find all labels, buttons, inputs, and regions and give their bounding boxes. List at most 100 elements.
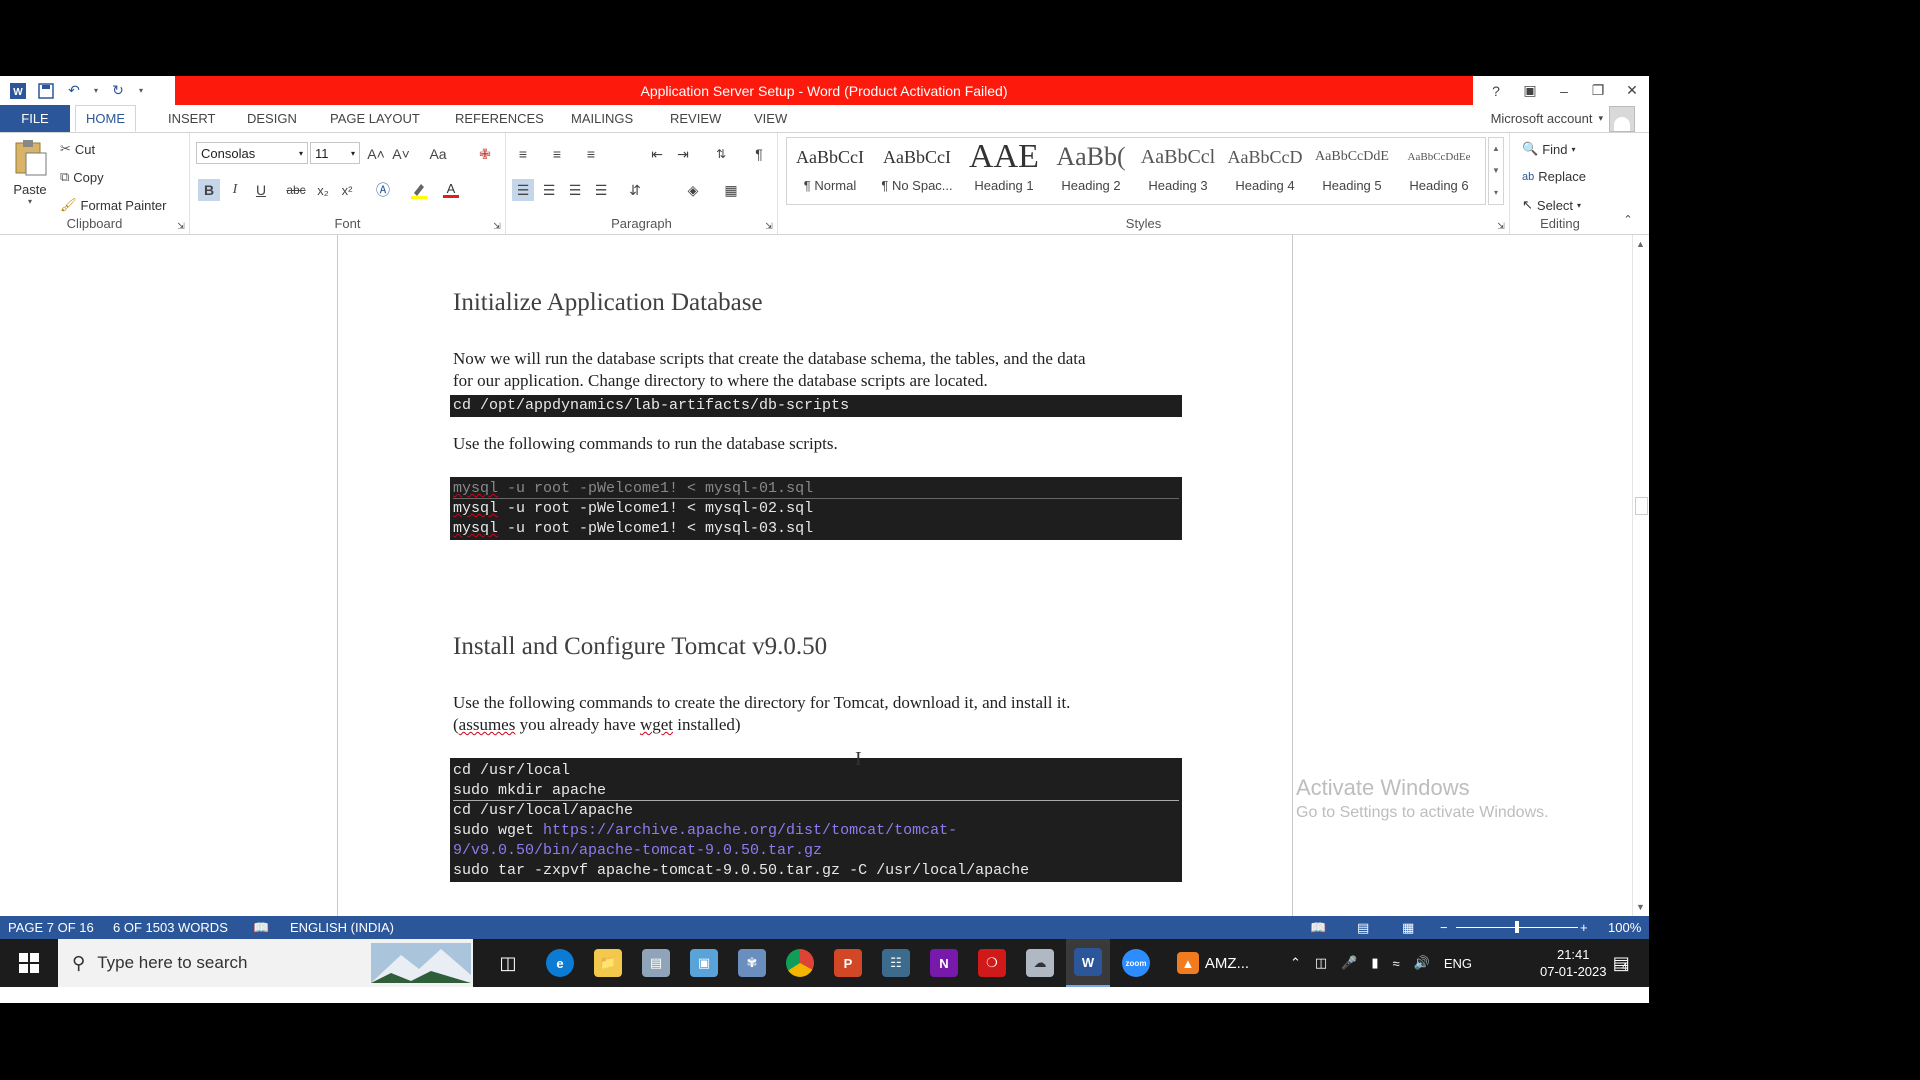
proofing-icon[interactable]: 📖 xyxy=(253,916,269,939)
save-icon[interactable] xyxy=(36,81,56,101)
chrome-icon[interactable] xyxy=(778,939,822,987)
style-heading-4[interactable]: AaBbCcD Heading 4 xyxy=(1222,140,1308,202)
tab-view[interactable]: VIEW xyxy=(744,105,797,132)
scroll-up-icon[interactable]: ▲ xyxy=(1489,138,1503,160)
style-heading-2[interactable]: AaBb( Heading 2 xyxy=(1048,140,1134,202)
justify-icon[interactable]: ☰ xyxy=(590,179,612,201)
paste-dropdown-icon[interactable]: ▾ xyxy=(10,197,50,206)
bold-button[interactable]: B xyxy=(198,179,220,201)
notifications-button[interactable]: ▤ 4 xyxy=(1600,939,1640,987)
chevron-up-icon[interactable]: ⌃ xyxy=(1290,955,1301,971)
onenote-icon[interactable]: N xyxy=(922,939,966,987)
start-button[interactable] xyxy=(0,939,58,987)
zoom-slider-thumb[interactable] xyxy=(1515,921,1519,933)
print-layout-icon[interactable]: ▤ xyxy=(1357,916,1369,939)
copy-button[interactable]: ⧉ Copy xyxy=(60,169,104,185)
app-icon[interactable]: ▤ xyxy=(634,939,678,987)
document-page[interactable]: Initialize Application Database Now we w… xyxy=(337,235,1293,916)
style-heading-6[interactable]: AaBbCcDdEe Heading 6 xyxy=(1396,140,1482,202)
select-button[interactable]: ↖ Select ▾ xyxy=(1522,197,1581,213)
app-icon[interactable]: ✾ xyxy=(730,939,774,987)
style-normal[interactable]: AaBbCcI ¶ Normal xyxy=(787,140,873,202)
customize-qat-icon[interactable]: ▾ xyxy=(136,81,146,101)
decrease-indent-icon[interactable]: ⇤ xyxy=(646,143,668,165)
acrobat-icon[interactable]: ❍ xyxy=(970,939,1014,987)
zoom-app-icon[interactable]: zoom xyxy=(1114,939,1158,987)
more-styles-icon[interactable]: ▾ xyxy=(1489,182,1503,204)
web-layout-icon[interactable]: ▦ xyxy=(1402,916,1414,939)
tab-insert[interactable]: INSERT xyxy=(158,105,225,132)
language-status[interactable]: ENGLISH (INDIA) xyxy=(290,916,394,939)
task-view-icon[interactable]: ◫ xyxy=(486,939,530,987)
font-color-icon[interactable]: A xyxy=(440,179,462,201)
bullets-icon[interactable]: ≡ xyxy=(512,143,534,165)
dialog-launcher-icon[interactable]: ⇲ xyxy=(491,220,503,232)
powerpoint-icon[interactable]: P xyxy=(826,939,870,987)
dialog-launcher-icon[interactable]: ⇲ xyxy=(175,220,187,232)
numbering-icon[interactable]: ≡ xyxy=(546,143,568,165)
highlight-icon[interactable] xyxy=(408,179,430,201)
zoom-out-icon[interactable]: − xyxy=(1440,916,1448,939)
align-left-icon[interactable]: ☰ xyxy=(512,179,534,201)
replace-button[interactable]: ab Replace xyxy=(1522,169,1586,184)
microphone-icon[interactable]: 🎤 xyxy=(1341,955,1357,971)
style-heading-5[interactable]: AaBbCcDdE Heading 5 xyxy=(1309,140,1395,202)
multilevel-list-icon[interactable]: ≡ xyxy=(580,143,602,165)
show-formatting-icon[interactable]: ¶ xyxy=(748,143,770,165)
ribbon-display-options-icon[interactable]: ▣ xyxy=(1513,76,1547,105)
tab-home[interactable]: HOME xyxy=(75,105,136,132)
paste-button[interactable]: Paste ▾ xyxy=(10,139,50,206)
subscript-button[interactable]: x₂ xyxy=(312,179,334,201)
file-explorer-icon[interactable]: 📁 xyxy=(586,939,630,987)
undo-dropdown-icon[interactable]: ▾ xyxy=(92,81,100,101)
collapse-ribbon-icon[interactable]: ⌃ xyxy=(1617,208,1639,230)
page-count[interactable]: PAGE 7 OF 16 xyxy=(8,916,94,939)
format-painter-button[interactable]: 🖌 Format Painter xyxy=(60,197,167,213)
grow-font-icon[interactable]: A˄ xyxy=(365,143,387,165)
clear-formatting-icon[interactable]: ✙ xyxy=(474,143,496,165)
app-icon[interactable]: ▣ xyxy=(682,939,726,987)
tab-mailings[interactable]: MAILINGS xyxy=(561,105,643,132)
account-label[interactable]: Microsoft account xyxy=(1491,111,1593,126)
scroll-up-icon[interactable]: ▲ xyxy=(1636,239,1645,249)
zoom-level[interactable]: 100% xyxy=(1608,916,1641,939)
avatar[interactable] xyxy=(1609,105,1635,132)
tab-design[interactable]: DESIGN xyxy=(237,105,307,132)
font-name-dropdown[interactable]: Consolas ▾ xyxy=(196,142,308,164)
read-mode-icon[interactable]: 📖 xyxy=(1310,916,1326,939)
dialog-launcher-icon[interactable]: ⇲ xyxy=(763,220,775,232)
increase-indent-icon[interactable]: ⇥ xyxy=(672,143,694,165)
change-case-icon[interactable]: Aa xyxy=(422,143,454,165)
clock[interactable]: 21:41 07-01-2023 xyxy=(1540,939,1607,987)
taskbar-search[interactable]: ⚲ Type here to search xyxy=(58,939,473,987)
wifi-icon[interactable]: ≈ xyxy=(1393,956,1400,971)
meet-now-icon[interactable]: ◫ xyxy=(1315,955,1327,971)
font-size-dropdown[interactable]: 11 ▾ xyxy=(310,142,360,164)
sort-icon[interactable]: ⇅ xyxy=(710,143,732,165)
language-indicator[interactable]: ENG xyxy=(1444,956,1472,971)
restore-button[interactable]: ❐ xyxy=(1581,76,1615,105)
borders-icon[interactable]: ▦ xyxy=(720,179,742,201)
app-icon[interactable]: ☁ xyxy=(1018,939,1062,987)
tab-references[interactable]: REFERENCES xyxy=(445,105,554,132)
scroll-down-icon[interactable]: ▼ xyxy=(1636,902,1645,912)
zoom-slider[interactable] xyxy=(1456,916,1578,939)
line-spacing-icon[interactable]: ⇵ xyxy=(624,179,646,201)
volume-icon[interactable]: 🔊 xyxy=(1414,955,1430,971)
align-center-icon[interactable]: ☰ xyxy=(538,179,560,201)
shading-icon[interactable]: ◈ xyxy=(682,179,704,201)
shrink-font-icon[interactable]: A˅ xyxy=(390,143,412,165)
word-count[interactable]: 6 OF 1503 WORDS xyxy=(113,916,228,939)
align-right-icon[interactable]: ☰ xyxy=(564,179,586,201)
app-icon[interactable]: ☷ xyxy=(874,939,918,987)
scroll-thumb[interactable] xyxy=(1635,497,1648,515)
styles-scroll[interactable]: ▲ ▼ ▾ xyxy=(1488,137,1504,205)
style-no-spacing[interactable]: AaBbCcI ¶ No Spac... xyxy=(874,140,960,202)
tab-page-layout[interactable]: PAGE LAYOUT xyxy=(320,105,430,132)
superscript-button[interactable]: x² xyxy=(336,179,358,201)
edge-icon[interactable]: e xyxy=(538,939,582,987)
close-button[interactable]: ✕ xyxy=(1615,76,1649,105)
underline-button[interactable]: U xyxy=(250,179,272,201)
cut-button[interactable]: ✂ Cut xyxy=(60,141,95,157)
word-taskbar-icon[interactable]: W xyxy=(1066,939,1110,987)
